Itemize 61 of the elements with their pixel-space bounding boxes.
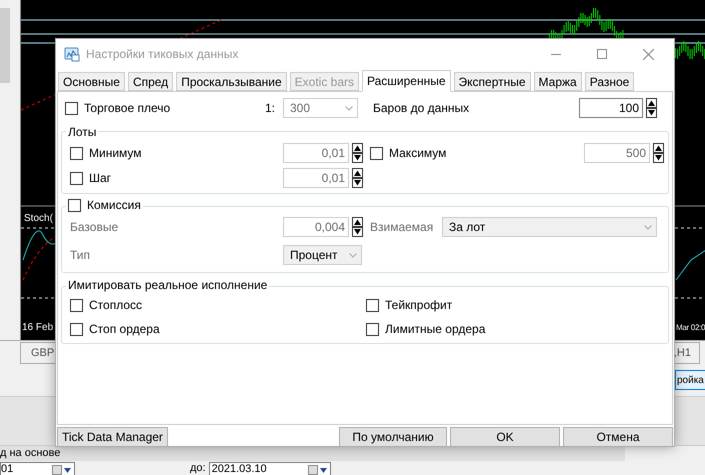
chevron-down-icon xyxy=(644,224,652,230)
checkbox[interactable] xyxy=(370,146,383,160)
toolbar-button[interactable]: ройка xyxy=(675,370,705,390)
spin-buttons[interactable] xyxy=(653,143,664,163)
group-title: Лоты xyxy=(68,124,96,141)
checkbox[interactable] xyxy=(70,146,83,160)
spin-buttons[interactable] xyxy=(352,168,363,188)
field-label: Тип xyxy=(69,247,92,264)
checkbox-label: Стоп ордера xyxy=(89,321,160,338)
field-label: Базовые xyxy=(69,219,120,236)
group-title: Имитировать реальное исполнение xyxy=(68,277,268,294)
tick-data-manager-button[interactable]: Tick Data Manager xyxy=(57,427,168,447)
checkbox-label: Лимитные ордера xyxy=(385,321,486,338)
default-button[interactable]: По умолчанию xyxy=(339,427,447,447)
cancel-button[interactable]: Отмена xyxy=(563,427,673,447)
description-text: д на основе xyxy=(0,446,625,461)
axis-label: Mar 02:0 xyxy=(676,322,705,334)
number-field[interactable]: 500 xyxy=(584,143,650,163)
checkbox[interactable] xyxy=(70,172,83,184)
tab[interactable]: Разное xyxy=(584,72,634,91)
tab[interactable]: Расширенные xyxy=(362,70,451,92)
number-field[interactable]: 0,01 xyxy=(283,143,349,163)
checkbox-label: Минимум xyxy=(89,145,142,162)
checkbox-label: Стоплосс xyxy=(89,297,142,314)
close-icon[interactable] xyxy=(643,48,654,60)
maximize-icon[interactable] xyxy=(597,49,607,59)
checkbox[interactable] xyxy=(70,322,83,336)
date-field[interactable]: 2021.03.10 xyxy=(208,462,331,475)
app-icon xyxy=(64,46,80,62)
checkbox[interactable] xyxy=(70,298,83,312)
date-field[interactable]: 01 xyxy=(0,462,75,475)
checkbox-label: Шаг xyxy=(89,170,112,187)
checkbox[interactable] xyxy=(366,322,379,336)
indicator-label: Stoch( xyxy=(24,212,53,226)
number-field[interactable]: 100 xyxy=(579,98,643,118)
checkbox[interactable] xyxy=(366,298,379,312)
checkbox-label: Комиссия xyxy=(87,197,141,214)
ok-button[interactable]: OK xyxy=(450,427,560,447)
field-label: Взимаемая xyxy=(370,219,434,236)
spin-buttons[interactable] xyxy=(646,98,657,118)
calendar-icon[interactable] xyxy=(52,464,72,474)
checkbox-label: Максимум xyxy=(389,145,446,162)
field-label: Баров до данных xyxy=(373,100,470,117)
tab[interactable]: Спред xyxy=(128,72,174,91)
checkbox-label: Тейкпрофит xyxy=(385,297,452,314)
tab[interactable]: Маржа xyxy=(534,72,582,91)
number-field[interactable]: 0,01 xyxy=(283,168,349,188)
checkbox-label: Торговое плечо xyxy=(84,100,170,117)
window-title: Настройки тиковых данных xyxy=(86,46,238,63)
spin-buttons[interactable] xyxy=(352,143,363,163)
chevron-down-icon xyxy=(345,106,353,110)
tab[interactable]: Проскальзывание xyxy=(176,72,287,91)
field-label: до: xyxy=(190,462,206,475)
scrollbar-thumb[interactable] xyxy=(0,8,10,83)
calendar-icon[interactable] xyxy=(308,464,328,474)
field-label: 1: xyxy=(265,100,276,117)
chevron-down-icon xyxy=(349,252,357,258)
tab[interactable]: Основные xyxy=(58,72,125,91)
tab[interactable]: Экспертные xyxy=(454,72,531,91)
axis-label: 16 Feb xyxy=(22,321,54,335)
spin-buttons[interactable] xyxy=(352,217,363,237)
